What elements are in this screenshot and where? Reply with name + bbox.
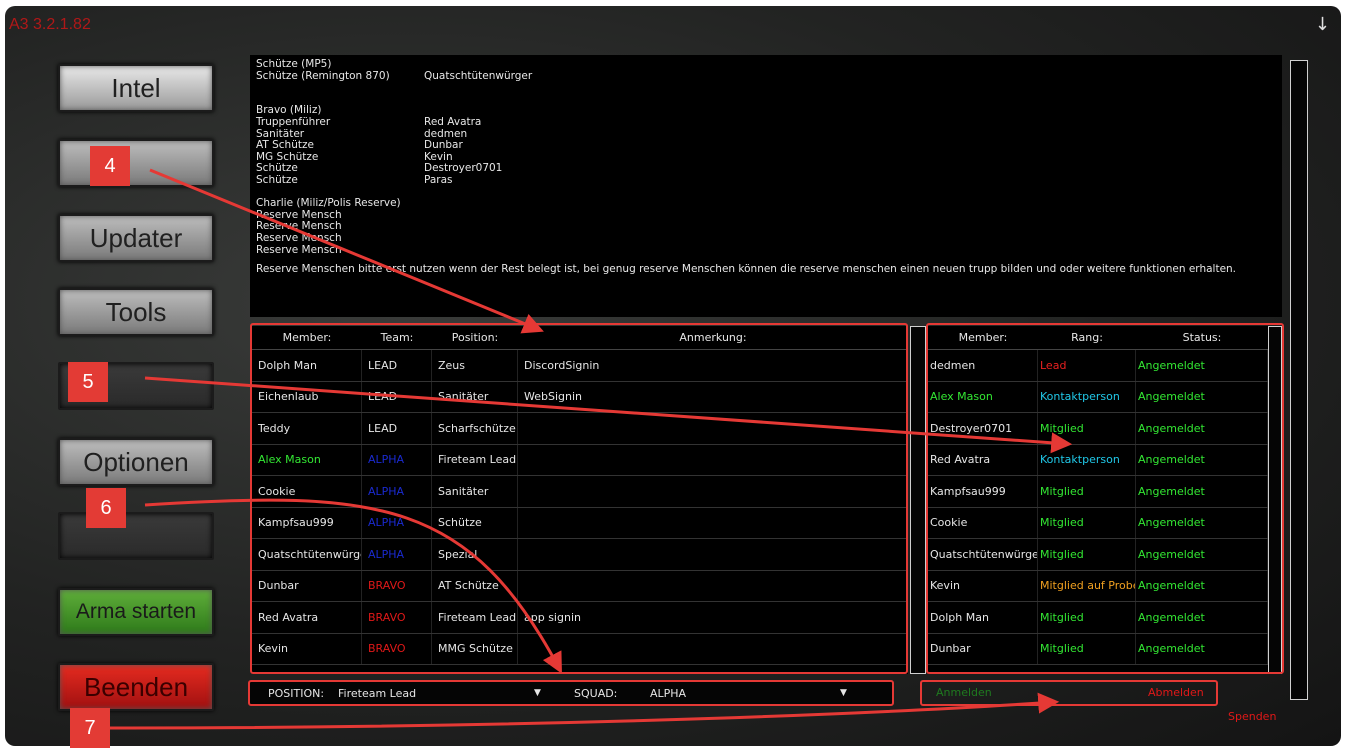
sidebar-button-blank-1[interactable]: [58, 139, 214, 187]
annotation-box-selectors: [248, 680, 894, 706]
briefing-line: Reserve Mensch: [256, 221, 1276, 233]
briefing-name: Quatschtütenwürger: [424, 69, 533, 82]
sidebar-button-optionen[interactable]: Optionen: [58, 438, 214, 486]
roster-scrollbar[interactable]: [910, 326, 926, 674]
badge-7: 7: [70, 708, 110, 748]
annotation-box-auth: [920, 680, 1218, 706]
badge-4: 4: [90, 146, 130, 186]
briefing-line: AT Schütze Dunbar: [256, 140, 1276, 152]
donate-link[interactable]: Spenden: [1228, 710, 1276, 723]
briefing-line: Schütze Paras: [256, 173, 1276, 187]
briefing-note: Reserve Menschen bitte erst nutzen wenn …: [256, 263, 1237, 276]
briefing-role: Schütze (MP5): [256, 58, 332, 70]
badge-5: 5: [68, 362, 108, 402]
briefing-role: Reserve Mensch: [256, 231, 342, 244]
briefing-line: MG Schütze Kevin: [256, 151, 1276, 164]
main-scrollbar[interactable]: [1290, 60, 1308, 700]
briefing-line: Reserve Mensch: [256, 231, 1276, 245]
briefing-role: AT Schütze: [256, 139, 314, 152]
briefing-role: [256, 82, 424, 94]
badge-6: 6: [86, 488, 126, 528]
annotation-box-roster: [250, 323, 908, 674]
sidebar-button-arma-starten[interactable]: Arma starten: [58, 588, 214, 636]
annotation-box-status: [926, 323, 1284, 674]
briefing-line: Sanitäter dedmen: [256, 128, 1276, 141]
briefing-text-area: Schütze (MP5) Schütze (Remington 870) Quat…: [250, 55, 1282, 317]
briefing-line: Bravo (Miliz): [256, 105, 1276, 117]
briefing-role: Truppenführer: [256, 115, 331, 128]
version-label: A3 3.2.1.82: [9, 16, 91, 33]
briefing-line: Charlie (Miliz/Polis Reserve): [256, 198, 1276, 210]
download-arrow-icon[interactable]: ↓: [1315, 14, 1330, 35]
briefing-name: Red Avatra: [424, 115, 482, 128]
briefing-line: Truppenführer Red Avatra: [256, 115, 1276, 129]
briefing-line: Schütze (Remington 870) Quatschtütenwürge…: [256, 69, 1276, 83]
briefing-role: Charlie (Miliz/Polis Reserve): [256, 197, 401, 210]
sidebar-button-blank-6[interactable]: [58, 512, 214, 560]
briefing-line: Schütze Destroyer0701: [256, 163, 1276, 175]
sidebar-button-tools[interactable]: Tools: [58, 288, 214, 336]
briefing-name: Paras: [424, 173, 453, 186]
briefing-line: Schütze (MP5): [256, 58, 1276, 71]
briefing-line: [256, 187, 1276, 199]
briefing-line: Reserve Mensch: [256, 209, 1276, 222]
briefing-role: Schütze: [256, 173, 298, 186]
briefing-role: Schütze (Remington 870): [256, 69, 390, 82]
sidebar-button-intel[interactable]: Intel: [58, 64, 214, 112]
sidebar-button-beenden[interactable]: Beenden: [58, 663, 214, 711]
briefing-line: [256, 82, 1276, 94]
sidebar-button-updater[interactable]: Updater: [58, 214, 214, 262]
briefing-name: Dunbar: [424, 139, 463, 152]
briefing-line: Reserve Mensch: [256, 243, 1276, 257]
briefing-line: [256, 94, 1276, 106]
briefing-role: Reserve Mensch: [256, 243, 342, 256]
